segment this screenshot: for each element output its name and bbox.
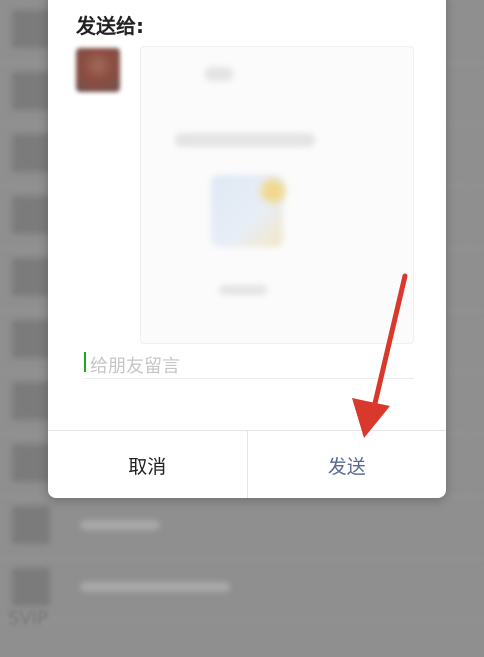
preview-blurred-text (175, 133, 315, 147)
message-input[interactable]: 给朋友留言 (84, 348, 414, 379)
background-row (0, 558, 484, 621)
message-placeholder: 给朋友留言 (90, 356, 180, 377)
shared-content-preview (140, 46, 414, 344)
file-icon-sun (261, 179, 285, 203)
text-cursor (84, 352, 86, 372)
dialog-title: 发送给: (76, 14, 144, 38)
send-button[interactable]: 发送 (248, 431, 447, 498)
preview-blurred-text (205, 67, 233, 81)
dialog-button-row: 取消 发送 (48, 430, 446, 498)
preview-blurred-text (219, 285, 267, 295)
cancel-button[interactable]: 取消 (48, 431, 248, 498)
share-dialog: 发送给: 给朋友留言 取消 发送 (48, 0, 446, 498)
recipient-avatar (76, 48, 120, 92)
background-svip-label: SVIP (8, 608, 48, 629)
background-row (0, 496, 484, 559)
